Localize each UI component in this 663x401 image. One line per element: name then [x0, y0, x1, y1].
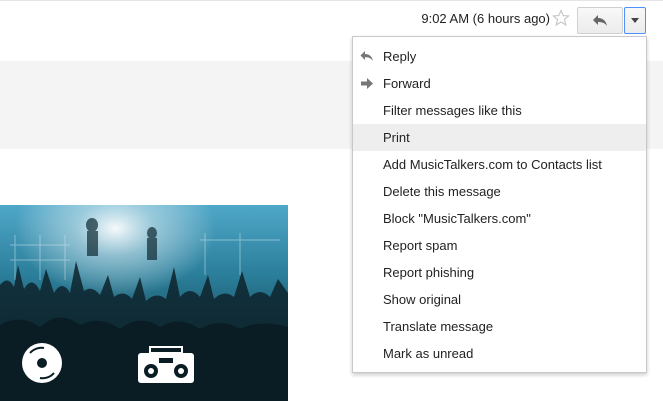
gmail-message-view: 9:02 AM (6 hours ago) Reply Forward Filt… [0, 0, 663, 401]
menu-item-report-spam[interactable]: Report spam [353, 232, 646, 259]
menu-item-label: Show original [383, 292, 462, 307]
menu-item-label: Mark as unread [383, 346, 474, 361]
caret-down-icon [631, 18, 639, 23]
menu-item-label: Report phishing [383, 265, 475, 280]
reply-icon [360, 51, 373, 61]
menu-item-report-phishing[interactable]: Report phishing [353, 259, 646, 286]
menu-item-reply[interactable]: Reply [353, 43, 646, 70]
menu-item-label: Delete this message [383, 184, 501, 199]
menu-item-label: Print [383, 130, 410, 145]
star-outline-icon[interactable] [552, 9, 570, 27]
menu-item-label: Translate message [383, 319, 494, 334]
menu-item-filter-messages[interactable]: Filter messages like this [353, 97, 646, 124]
menu-item-show-original[interactable]: Show original [353, 286, 646, 313]
message-timestamp: 9:02 AM (6 hours ago) [421, 11, 550, 26]
more-actions-button[interactable] [624, 7, 646, 34]
menu-item-label: Block "MusicTalkers.com" [383, 211, 531, 226]
menu-item-translate-message[interactable]: Translate message [353, 313, 646, 340]
menu-item-forward[interactable]: Forward [353, 70, 646, 97]
more-actions-menu: Reply Forward Filter messages like this … [352, 36, 647, 373]
menu-item-label: Reply [383, 49, 417, 64]
disc-icon [22, 343, 62, 383]
menu-item-label: Add MusicTalkers.com to Contacts list [383, 157, 602, 172]
menu-item-delete-message[interactable]: Delete this message [353, 178, 646, 205]
menu-item-mark-unread[interactable]: Mark as unread [353, 340, 646, 367]
menu-item-add-to-contacts[interactable]: Add MusicTalkers.com to Contacts list [353, 151, 646, 178]
menu-item-label: Report spam [383, 238, 458, 253]
menu-item-block-sender[interactable]: Block "MusicTalkers.com" [353, 205, 646, 232]
forward-icon [361, 78, 373, 89]
menu-item-print[interactable]: Print [353, 124, 646, 151]
concert-banner-image [0, 205, 288, 401]
menu-item-label: Forward [383, 76, 431, 91]
reply-button[interactable] [577, 7, 623, 34]
message-header-actions: 9:02 AM (6 hours ago) [0, 0, 663, 40]
reply-arrow-icon [593, 15, 607, 26]
menu-item-label: Filter messages like this [383, 103, 522, 118]
